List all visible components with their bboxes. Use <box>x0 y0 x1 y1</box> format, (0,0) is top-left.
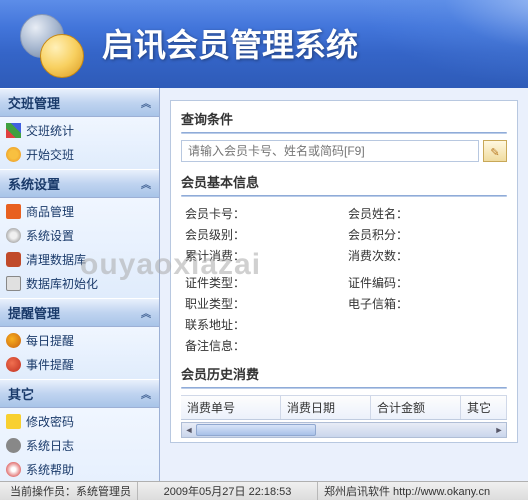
value-address <box>245 317 507 333</box>
member-form: 会员卡号： 会员姓名： 会员级别： 会员积分： 累计消费： 消费次数： 证件类型… <box>181 203 507 356</box>
event-icon <box>6 357 21 372</box>
section-header[interactable]: 系统设置 ︽ <box>0 169 159 198</box>
label-level: 会员级别： <box>181 226 245 243</box>
section-header[interactable]: 交班管理 ︽ <box>0 88 159 117</box>
sidebar-item[interactable]: 系统设置 <box>0 224 159 248</box>
pencil-icon: ✎ <box>490 147 499 159</box>
sidebar-item-label: 商品管理 <box>26 205 74 219</box>
section-title: 系统设置 <box>8 174 60 193</box>
password-icon <box>6 414 21 429</box>
sidebar-item[interactable]: 交班统计 <box>0 119 159 143</box>
scroll-left-icon[interactable]: ◄ <box>182 423 196 437</box>
sidebar-item-label: 系统设置 <box>26 229 74 243</box>
value-email <box>408 296 507 312</box>
sidebar-item-label: 修改密码 <box>26 415 74 429</box>
sidebar-item[interactable]: 修改密码 <box>0 410 159 434</box>
value-name <box>408 206 507 222</box>
section-title: 交班管理 <box>8 93 60 112</box>
start-icon <box>6 147 21 162</box>
label-name: 会员姓名： <box>344 205 408 222</box>
stats-icon <box>6 123 21 138</box>
sidebar-item-label: 事件提醒 <box>26 358 74 372</box>
label-remark: 备注信息： <box>181 337 245 354</box>
horizontal-scrollbar[interactable]: ◄ ► <box>181 422 507 438</box>
product-icon <box>6 204 21 219</box>
initdb-icon <box>6 276 21 291</box>
th-other[interactable]: 其它 <box>461 396 507 419</box>
sidebar-item[interactable]: 每日提醒 <box>0 329 159 353</box>
label-cert-no: 证件编码： <box>344 274 408 291</box>
label-cert-type: 证件类型： <box>181 274 245 291</box>
cleandb-icon <box>6 252 21 267</box>
sidebar-item[interactable]: 系统日志 <box>0 434 159 458</box>
sidebar-item[interactable]: 系统帮助 <box>0 458 159 481</box>
group-query-title: 查询条件 <box>181 107 507 132</box>
sidebar-item-label: 系统日志 <box>26 439 74 453</box>
value-points <box>408 227 507 243</box>
status-company: 郑州启讯软件 http://www.okany.cn <box>318 482 524 500</box>
th-amount[interactable]: 合计金额 <box>371 396 461 419</box>
history-table-header: 消费单号 消费日期 合计金额 其它 <box>181 395 507 420</box>
section-title: 其它 <box>8 384 34 403</box>
sidebar-item[interactable]: 事件提醒 <box>0 353 159 377</box>
sidebar-item[interactable]: 清理数据库 <box>0 248 159 272</box>
sidebar-item[interactable]: 数据库初始化 <box>0 272 159 296</box>
label-points: 会员积分： <box>344 226 408 243</box>
value-remark <box>245 338 507 354</box>
chevron-up-icon: ︽ <box>141 386 151 401</box>
scroll-right-icon[interactable]: ► <box>492 423 506 437</box>
value-card-no <box>245 206 344 222</box>
divider <box>181 387 507 389</box>
th-order-no[interactable]: 消费单号 <box>181 396 281 419</box>
log-icon <box>6 438 21 453</box>
scroll-thumb[interactable] <box>196 424 316 436</box>
value-level <box>245 227 344 243</box>
label-email: 电子信箱： <box>344 295 408 312</box>
label-address: 联系地址： <box>181 316 245 333</box>
sidebar-item[interactable]: 商品管理 <box>0 200 159 224</box>
sidebar-item[interactable]: 开始交班 <box>0 143 159 167</box>
sidebar-item-label: 系统帮助 <box>26 463 74 477</box>
sidebar: 交班管理︽交班统计开始交班系统设置︽商品管理系统设置清理数据库数据库初始化提醒管… <box>0 88 160 481</box>
title-bar: 启讯会员管理系统 <box>0 0 528 88</box>
app-title: 启讯会员管理系统 <box>102 20 358 66</box>
label-total-spend: 累计消费： <box>181 247 245 264</box>
chevron-up-icon: ︽ <box>141 95 151 110</box>
value-total-spend <box>245 248 344 264</box>
label-spend-count: 消费次数： <box>344 247 408 264</box>
search-button[interactable]: ✎ <box>483 140 507 162</box>
sidebar-item-label: 数据库初始化 <box>26 277 98 291</box>
search-input[interactable] <box>181 140 479 162</box>
section-header[interactable]: 提醒管理 ︽ <box>0 298 159 327</box>
label-card-no: 会员卡号： <box>181 205 245 222</box>
sidebar-item-label: 每日提醒 <box>26 334 74 348</box>
chevron-up-icon: ︽ <box>141 176 151 191</box>
status-datetime: 2009年05月27日 22:18:53 <box>138 482 318 500</box>
daily-icon <box>6 333 21 348</box>
sidebar-item-label: 清理数据库 <box>26 253 86 267</box>
th-date[interactable]: 消费日期 <box>281 396 371 419</box>
sidebar-item-label: 开始交班 <box>26 148 74 162</box>
value-occupation <box>245 296 344 312</box>
value-spend-count <box>408 248 507 264</box>
value-cert-type <box>245 275 344 291</box>
sidebar-item-label: 交班统计 <box>26 124 74 138</box>
status-bar: 当前操作员：系统管理员 2009年05月27日 22:18:53 郑州启讯软件 … <box>0 481 528 500</box>
divider <box>181 132 507 134</box>
chevron-up-icon: ︽ <box>141 305 151 320</box>
value-cert-no <box>408 275 507 291</box>
section-header[interactable]: 其它 ︽ <box>0 379 159 408</box>
content-area: 查询条件 ✎ 会员基本信息 会员卡号： 会员姓名： 会员级别： 会员积分： <box>160 88 528 481</box>
section-title: 提醒管理 <box>8 303 60 322</box>
status-operator: 当前操作员：系统管理员 <box>4 482 138 500</box>
group-basic-title: 会员基本信息 <box>181 170 507 195</box>
label-occupation: 职业类型： <box>181 295 245 312</box>
settings-icon <box>6 228 21 243</box>
group-history-title: 会员历史消费 <box>181 362 507 387</box>
help-icon <box>6 462 21 477</box>
divider <box>181 195 507 197</box>
